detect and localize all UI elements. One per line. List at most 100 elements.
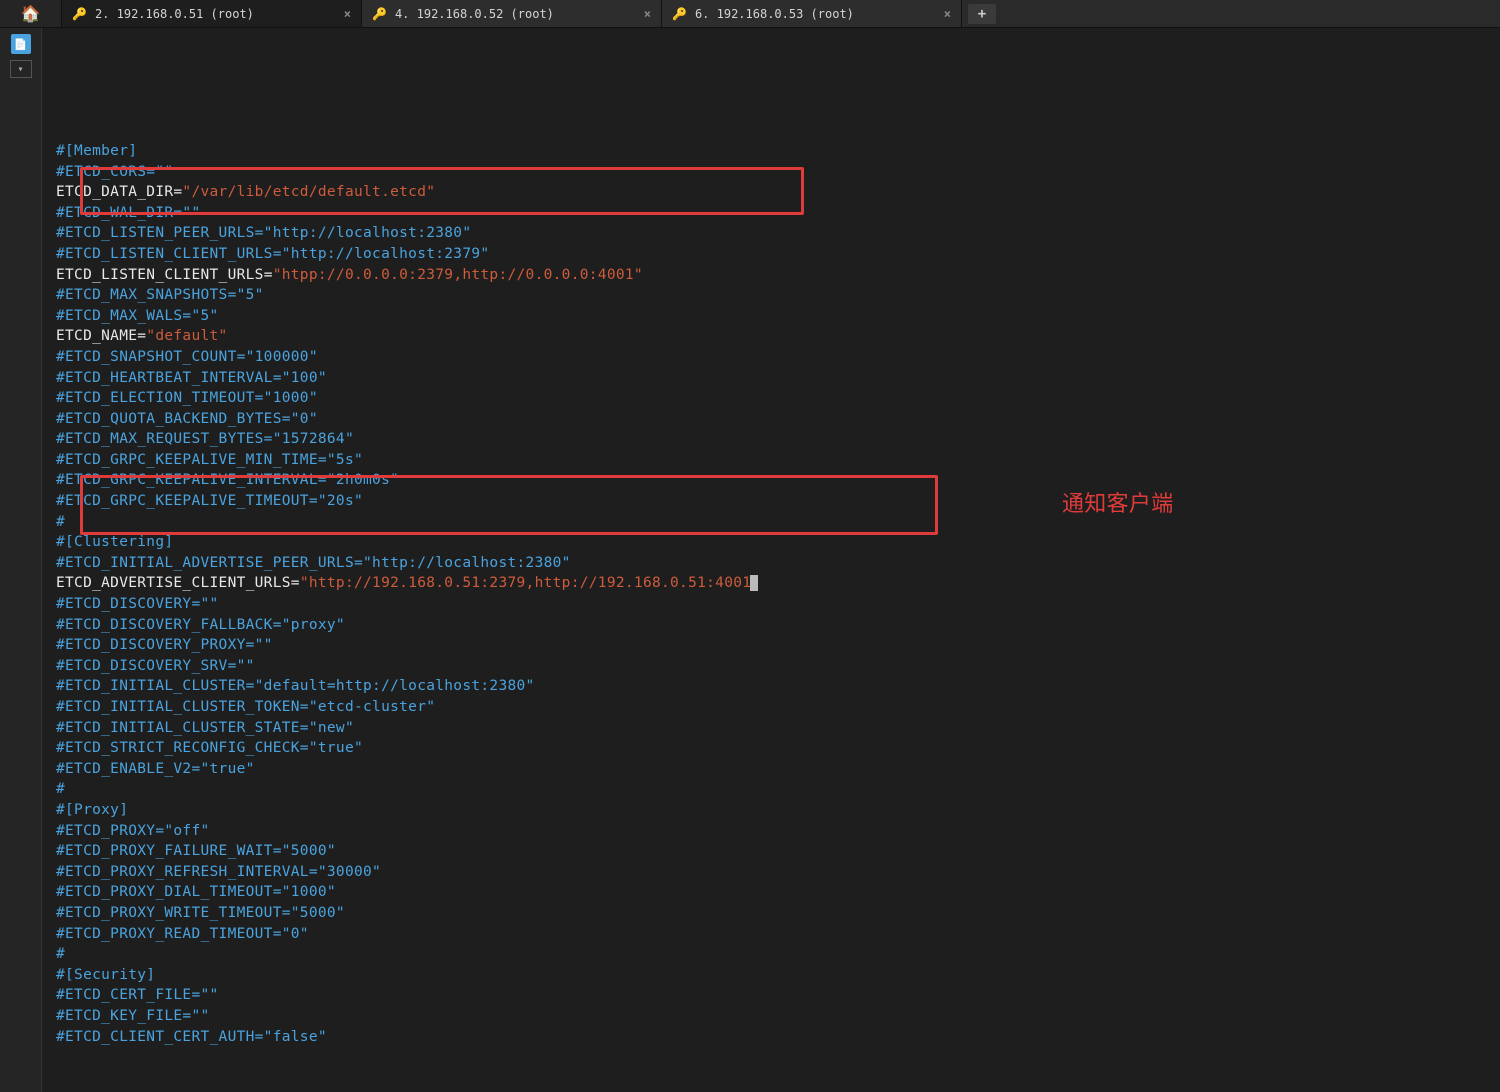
code-line: #ETCD_DISCOVERY_SRV="" <box>56 656 1490 677</box>
code-line: #[Proxy] <box>56 800 1490 821</box>
annotation-text: 通知客户端 <box>1062 494 1174 515</box>
text-cursor <box>750 575 758 591</box>
config-key: ETCD_NAME <box>56 328 137 344</box>
comment-text: #ETCD_LISTEN_CLIENT_URLS="http://localho… <box>56 246 489 262</box>
code-line: #ETCD_QUOTA_BACKEND_BYTES="0" <box>56 409 1490 430</box>
tab-label: 2. 192.168.0.51 (root) <box>95 7 254 21</box>
comment-text: # <box>56 946 65 962</box>
comment-text: #ETCD_HEARTBEAT_INTERVAL="100" <box>56 370 327 386</box>
code-line: #ETCD_PROXY_FAILURE_WAIT="5000" <box>56 841 1490 862</box>
key-icon: 🔑 <box>372 7 387 21</box>
comment-text: #ETCD_SNAPSHOT_COUNT="100000" <box>56 349 318 365</box>
code-line: #ETCD_STRICT_RECONFIG_CHECK="true" <box>56 738 1490 759</box>
editor-area[interactable]: 通知客户端 #[Member]#ETCD_CORS=""ETCD_DATA_DI… <box>42 28 1500 1092</box>
comment-text: #ETCD_PROXY="off" <box>56 823 210 839</box>
equals-operator: = <box>264 267 273 283</box>
comment-text: #ETCD_PROXY_READ_TIMEOUT="0" <box>56 926 309 942</box>
comment-text: #ETCD_ELECTION_TIMEOUT="1000" <box>56 390 318 406</box>
comment-text: #ETCD_CERT_FILE="" <box>56 987 219 1003</box>
comment-text: #[Proxy] <box>56 802 128 818</box>
code-line: #ETCD_SNAPSHOT_COUNT="100000" <box>56 347 1490 368</box>
comment-text: #ETCD_DISCOVERY_SRV="" <box>56 658 255 674</box>
comment-text: #ETCD_PROXY_REFRESH_INTERVAL="30000" <box>56 864 381 880</box>
comment-text: #ETCD_LISTEN_PEER_URLS="http://localhost… <box>56 225 471 241</box>
comment-text: # <box>56 781 65 797</box>
code-line: #[Security] <box>56 965 1490 986</box>
code-line: #ETCD_PROXY_REFRESH_INTERVAL="30000" <box>56 862 1490 883</box>
equals-operator: = <box>291 575 300 591</box>
config-value: "/var/lib/etcd/default.etcd" <box>182 184 435 200</box>
key-icon: 🔑 <box>72 7 87 21</box>
tab-1[interactable]: 🔑 4. 192.168.0.52 (root) × <box>362 0 662 27</box>
key-icon: 🔑 <box>672 7 687 21</box>
code-line: #ETCD_HEARTBEAT_INTERVAL="100" <box>56 368 1490 389</box>
comment-text: # <box>56 514 65 530</box>
code-line: # <box>56 944 1490 965</box>
comment-text: #ETCD_DISCOVERY_PROXY="" <box>56 637 273 653</box>
comment-text: #ETCD_CLIENT_CERT_AUTH="false" <box>56 1029 327 1045</box>
code-line: #ETCD_INITIAL_CLUSTER="default=http://lo… <box>56 676 1490 697</box>
code-line: #ETCD_CLIENT_CERT_AUTH="false" <box>56 1027 1490 1048</box>
code-line: #ETCD_ENABLE_V2="true" <box>56 759 1490 780</box>
comment-text: #[Security] <box>56 967 155 983</box>
comment-text: #ETCD_KEY_FILE="" <box>56 1008 210 1024</box>
tab-close-icon[interactable]: × <box>644 7 651 21</box>
comment-text: #ETCD_STRICT_RECONFIG_CHECK="true" <box>56 740 363 756</box>
code-line: #ETCD_GRPC_KEEPALIVE_TIMEOUT="20s" <box>56 491 1490 512</box>
comment-text: #ETCD_INITIAL_CLUSTER_TOKEN="etcd-cluste… <box>56 699 435 715</box>
left-sidebar: 📄 ▾ <box>0 28 42 1092</box>
code-line: ETCD_NAME="default" <box>56 326 1490 347</box>
comment-text: #ETCD_DISCOVERY_FALLBACK="proxy" <box>56 617 345 633</box>
code-line: #ETCD_DISCOVERY_FALLBACK="proxy" <box>56 615 1490 636</box>
comment-text: #ETCD_WAL_DIR="" <box>56 205 200 221</box>
config-key: ETCD_DATA_DIR <box>56 184 173 200</box>
tab-spacer: 🏠 <box>0 0 62 27</box>
comment-text: #[Clustering] <box>56 534 173 550</box>
comment-text: #ETCD_GRPC_KEEPALIVE_MIN_TIME="5s" <box>56 452 363 468</box>
comment-text: #ETCD_PROXY_DIAL_TIMEOUT="1000" <box>56 884 336 900</box>
code-line: #ETCD_LISTEN_PEER_URLS="http://localhost… <box>56 223 1490 244</box>
tab-close-icon[interactable]: × <box>944 7 951 21</box>
code-line: #ETCD_GRPC_KEEPALIVE_MIN_TIME="5s" <box>56 450 1490 471</box>
code-line: #[Clustering] <box>56 532 1490 553</box>
config-value: "default" <box>146 328 227 344</box>
tab-0[interactable]: 🔑 2. 192.168.0.51 (root) × <box>62 0 362 27</box>
file-icon[interactable]: 📄 <box>11 34 31 54</box>
code-line: #ETCD_PROXY_WRITE_TIMEOUT="5000" <box>56 903 1490 924</box>
comment-text: #[Member] <box>56 143 137 159</box>
tab-label: 6. 192.168.0.53 (root) <box>695 7 854 21</box>
config-value: "htpp://0.0.0.0:2379,http://0.0.0.0:4001… <box>273 267 643 283</box>
code-line: # <box>56 512 1490 533</box>
comment-text: #ETCD_INITIAL_CLUSTER="default=http://lo… <box>56 678 535 694</box>
tab-label: 4. 192.168.0.52 (root) <box>395 7 554 21</box>
comment-text: #ETCD_INITIAL_CLUSTER_STATE="new" <box>56 720 354 736</box>
new-tab-button[interactable]: + <box>968 4 996 24</box>
comment-text: #ETCD_MAX_SNAPSHOTS="5" <box>56 287 264 303</box>
code-line: #ETCD_MAX_WALS="5" <box>56 306 1490 327</box>
comment-text: #ETCD_ENABLE_V2="true" <box>56 761 255 777</box>
code-line: #ETCD_GRPC_KEEPALIVE_INTERVAL="2h0m0s" <box>56 470 1490 491</box>
tab-bar: 🏠 🔑 2. 192.168.0.51 (root) × 🔑 4. 192.168.0.… <box>0 0 1500 28</box>
comment-text: #ETCD_PROXY_WRITE_TIMEOUT="5000" <box>56 905 345 921</box>
comment-text: #ETCD_MAX_REQUEST_BYTES="1572864" <box>56 431 354 447</box>
code-line: #ETCD_PROXY_READ_TIMEOUT="0" <box>56 924 1490 945</box>
code-line: ETCD_ADVERTISE_CLIENT_URLS="http://192.1… <box>56 573 1490 594</box>
code-line: #ETCD_DISCOVERY="" <box>56 594 1490 615</box>
code-line: #ETCD_INITIAL_CLUSTER_STATE="new" <box>56 718 1490 739</box>
code-line: #ETCD_LISTEN_CLIENT_URLS="http://localho… <box>56 244 1490 265</box>
comment-text: #ETCD_MAX_WALS="5" <box>56 308 219 324</box>
home-icon[interactable]: 🏠 <box>21 4 41 23</box>
tab-close-icon[interactable]: × <box>344 7 351 21</box>
comment-text: #ETCD_QUOTA_BACKEND_BYTES="0" <box>56 411 318 427</box>
code-line: ETCD_LISTEN_CLIENT_URLS="htpp://0.0.0.0:… <box>56 265 1490 286</box>
code-line: ETCD_DATA_DIR="/var/lib/etcd/default.etc… <box>56 182 1490 203</box>
code-line: #ETCD_WAL_DIR="" <box>56 203 1490 224</box>
sidebar-dropdown[interactable]: ▾ <box>10 60 32 78</box>
code-line: #ETCD_PROXY_DIAL_TIMEOUT="1000" <box>56 882 1490 903</box>
comment-text: #ETCD_PROXY_FAILURE_WAIT="5000" <box>56 843 336 859</box>
config-value: "http://192.168.0.51:2379,http://192.168… <box>300 575 752 591</box>
code-line: #[Member] <box>56 141 1490 162</box>
config-key: ETCD_ADVERTISE_CLIENT_URLS <box>56 575 291 591</box>
tab-2[interactable]: 🔑 6. 192.168.0.53 (root) × <box>662 0 962 27</box>
code-line: #ETCD_MAX_REQUEST_BYTES="1572864" <box>56 429 1490 450</box>
